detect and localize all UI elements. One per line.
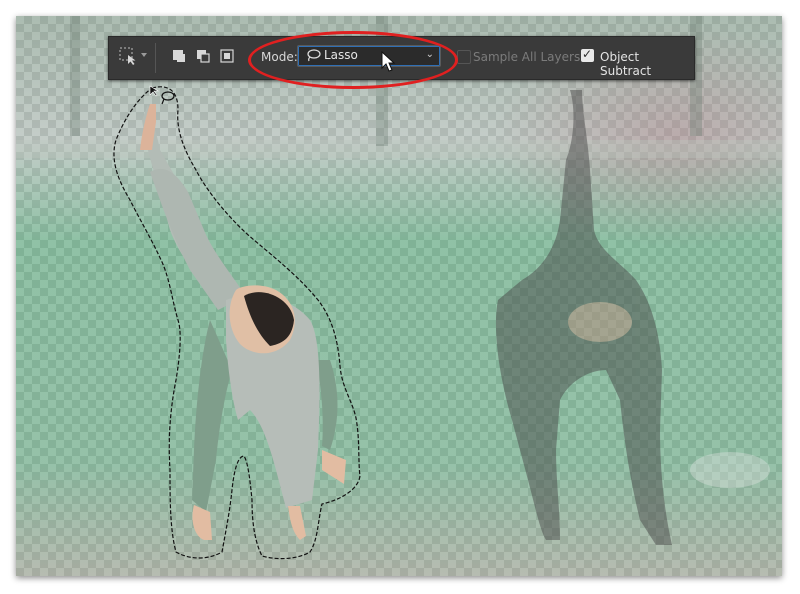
yoga-person bbox=[140, 104, 346, 540]
canvas-scene bbox=[16, 16, 782, 560]
park-background bbox=[16, 16, 782, 488]
subtract-from-selection-icon[interactable] bbox=[219, 48, 235, 64]
tool-preset-caret-icon[interactable] bbox=[141, 53, 147, 57]
sample-all-layers-label: Sample All Layers bbox=[473, 50, 581, 64]
object-subtract-checkbox[interactable]: ✓ bbox=[581, 47, 594, 62]
red-highlight-ellipse bbox=[248, 31, 458, 89]
new-selection-icon[interactable] bbox=[171, 48, 187, 64]
mouse-pointer-icon bbox=[381, 51, 396, 72]
checkmark-icon: ✓ bbox=[582, 47, 593, 61]
object-subtract-label: Object Subtract bbox=[600, 50, 652, 78]
lasso-cursor-icon bbox=[149, 85, 175, 105]
add-to-selection-icon[interactable] bbox=[195, 48, 211, 64]
object-selection-tool-icon[interactable] bbox=[119, 47, 137, 65]
sample-all-layers-checkbox[interactable] bbox=[457, 50, 471, 64]
faded-second-person bbox=[495, 90, 672, 545]
canvas-frame bbox=[16, 16, 782, 576]
separator bbox=[155, 43, 156, 73]
